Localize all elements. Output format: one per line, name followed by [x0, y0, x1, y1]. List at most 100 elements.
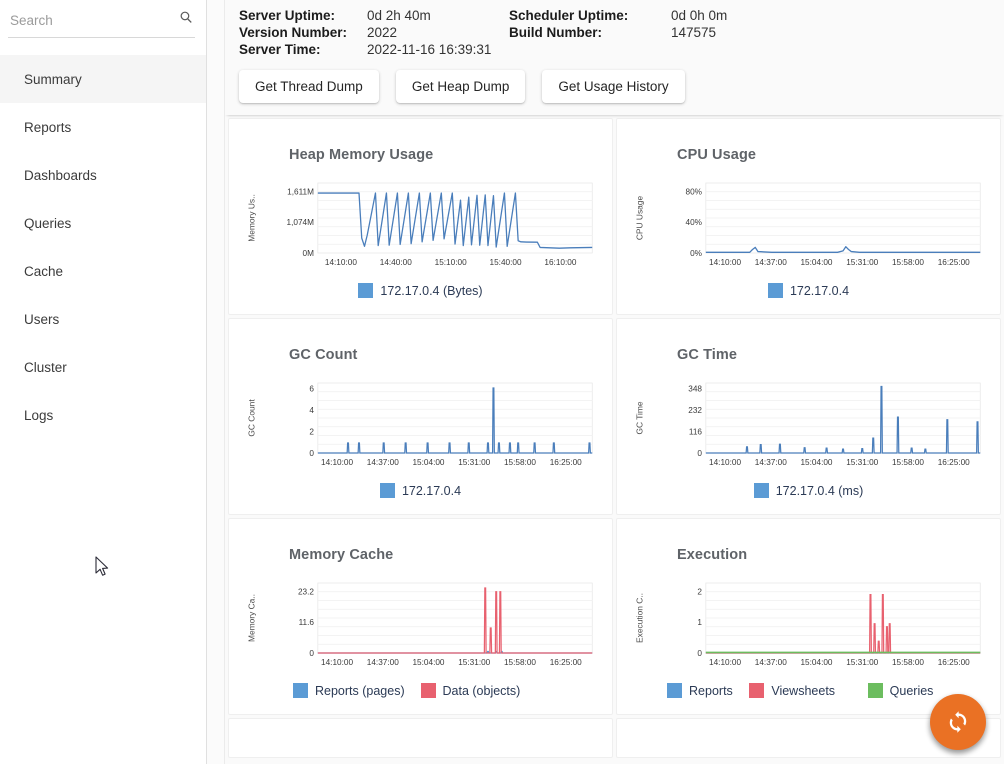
- svg-text:0M: 0M: [303, 248, 314, 258]
- svg-text:232: 232: [688, 405, 702, 415]
- chart-title: Heap Memory Usage: [289, 147, 434, 163]
- svg-text:14:37:00: 14:37:00: [755, 257, 787, 267]
- server-info-panel: Server Uptime: 0d 2h 40m Scheduler Uptim…: [225, 0, 1004, 115]
- svg-text:1: 1: [697, 617, 702, 627]
- chart-card-gc-count: GC Count 0 2 4 6 GC Count 14:10:00 14:37:00 15:…: [228, 318, 613, 515]
- get-heap-dump-button[interactable]: Get Heap Dump: [395, 70, 526, 103]
- search-box[interactable]: [8, 8, 195, 38]
- sidebar-item-cluster[interactable]: Cluster: [0, 343, 207, 391]
- sidebar-item-cache[interactable]: Cache: [0, 247, 207, 295]
- svg-text:15:04:00: 15:04:00: [412, 457, 444, 467]
- sidebar-item-dashboards[interactable]: Dashboards: [0, 151, 207, 199]
- action-button-row: Get Thread Dump Get Heap Dump Get Usage …: [239, 70, 1004, 103]
- legend-item[interactable]: Reports: [631, 683, 749, 698]
- svg-text:1,074M: 1,074M: [287, 217, 314, 227]
- svg-text:0: 0: [309, 448, 314, 458]
- legend-color-swatch: [867, 683, 883, 698]
- cpu-usage-chart: 0% 40% 80% CPU Usage 14:10:00 14:37:00 15:04:0…: [636, 182, 981, 267]
- chart-legend: 172.17.0.4 (Bytes): [243, 283, 598, 298]
- svg-text:15:31:00: 15:31:00: [846, 657, 878, 667]
- svg-text:14:37:00: 14:37:00: [755, 457, 787, 467]
- chart-legend: Reports (pages) Data (objects): [243, 683, 598, 698]
- get-usage-history-button[interactable]: Get Usage History: [542, 70, 685, 103]
- version-number-label: Version Number:: [239, 25, 348, 40]
- svg-text:14:10:00: 14:10:00: [709, 457, 741, 467]
- server-info-grid: Server Uptime: 0d 2h 40m Scheduler Uptim…: [239, 8, 1004, 57]
- chart-legend: Reports Viewsheets Queries: [631, 683, 986, 698]
- legend-label: 172.17.0.4: [789, 283, 850, 298]
- svg-text:15:04:00: 15:04:00: [412, 657, 444, 667]
- legend-item[interactable]: 172.17.0.4: [379, 483, 461, 498]
- svg-text:GC Time: GC Time: [636, 401, 645, 435]
- svg-text:16:25:00: 16:25:00: [938, 457, 970, 467]
- sidebar-item-logs[interactable]: Logs: [0, 391, 207, 439]
- legend-color-swatch: [753, 483, 769, 498]
- chart-plot-area: 0 11.6 23.2 Memory Ca.. 14:10:00 14:37:00 15:0…: [243, 577, 598, 675]
- chart-title: CPU Usage: [677, 147, 757, 163]
- server-uptime-value: 0d 2h 40m: [367, 8, 431, 23]
- sidebar-item-label: Cache: [24, 263, 64, 279]
- build-number-label: Build Number:: [509, 25, 602, 40]
- legend-label: Reports (pages): [315, 683, 405, 698]
- svg-text:4: 4: [309, 405, 314, 415]
- legend-label: Viewsheets: [771, 683, 836, 698]
- svg-text:15:10:00: 15:10:00: [435, 257, 467, 267]
- chart-plot-area: 0 1 2 Execution C.. 14:10:00 14:37:00 15:04:00…: [631, 577, 986, 675]
- svg-text:15:31:00: 15:31:00: [458, 657, 490, 667]
- svg-text:0%: 0%: [690, 248, 702, 258]
- svg-text:14:10:00: 14:10:00: [325, 257, 357, 267]
- chart-legend: 172.17.0.4 (ms): [631, 483, 986, 498]
- svg-text:40%: 40%: [686, 217, 703, 227]
- chart-title: Memory Cache: [289, 547, 394, 563]
- svg-text:6: 6: [309, 383, 314, 393]
- sidebar-item-reports[interactable]: Reports: [0, 103, 207, 151]
- search-icon[interactable]: [179, 10, 193, 24]
- svg-text:Memory Us..: Memory Us..: [248, 194, 257, 242]
- legend-item[interactable]: 172.17.0.4 (Bytes): [358, 283, 483, 298]
- svg-text:16:25:00: 16:25:00: [938, 657, 970, 667]
- legend-color-swatch: [379, 483, 395, 498]
- sidebar-item-summary[interactable]: Summary: [0, 55, 207, 103]
- legend-color-swatch: [667, 683, 683, 698]
- sidebar-item-queries[interactable]: Queries: [0, 199, 207, 247]
- svg-text:CPU Usage: CPU Usage: [636, 195, 645, 240]
- server-time-label: Server Time:: [239, 42, 321, 57]
- svg-text:14:40:00: 14:40:00: [380, 257, 412, 267]
- sidebar-item-users[interactable]: Users: [0, 295, 207, 343]
- svg-text:23.2: 23.2: [298, 586, 314, 596]
- legend-color-swatch: [420, 683, 436, 698]
- svg-text:14:10:00: 14:10:00: [709, 657, 741, 667]
- server-time-value: 2022-11-16 16:39:31: [367, 42, 492, 57]
- search-input[interactable]: [8, 13, 173, 32]
- content-scrollbar[interactable]: [207, 0, 225, 764]
- legend-label: Reports: [689, 683, 733, 698]
- legend-color-swatch: [358, 283, 374, 298]
- chart-card-gc-time: GC Time 0 116 232 348 GC Time 14:10:00 14:37:0…: [616, 318, 1001, 515]
- svg-text:15:58:00: 15:58:00: [892, 657, 924, 667]
- svg-text:GC Count: GC Count: [248, 399, 257, 437]
- legend-item[interactable]: 172.17.0.4 (ms): [753, 483, 863, 498]
- legend-item[interactable]: 172.17.0.4: [767, 283, 850, 298]
- svg-text:Execution C..: Execution C..: [636, 593, 645, 643]
- chart-legend: 172.17.0.4: [631, 283, 986, 298]
- chart-card-heap-memory-usage: Heap Memory Usage 0M 1,074M 1,611M Memory U…: [228, 118, 613, 315]
- legend-item[interactable]: Reports (pages): [243, 683, 421, 698]
- sidebar-item-label: Cluster: [24, 359, 67, 375]
- server-uptime-label: Server Uptime:: [239, 8, 336, 23]
- get-thread-dump-button[interactable]: Get Thread Dump: [239, 70, 379, 103]
- svg-text:16:25:00: 16:25:00: [550, 457, 582, 467]
- legend-item[interactable]: Data (objects): [420, 683, 599, 698]
- svg-text:14:10:00: 14:10:00: [321, 457, 353, 467]
- legend-item[interactable]: Viewsheets: [749, 683, 867, 698]
- svg-text:15:58:00: 15:58:00: [504, 457, 536, 467]
- svg-text:15:31:00: 15:31:00: [846, 457, 878, 467]
- sidebar-nav: Summary Reports Dashboards Queries Cache…: [0, 55, 207, 439]
- svg-text:1,611M: 1,611M: [287, 186, 314, 196]
- svg-text:15:31:00: 15:31:00: [846, 257, 878, 267]
- legend-label: 172.17.0.4 (Bytes): [380, 283, 483, 298]
- scheduler-uptime-value: 0d 0h 0m: [671, 8, 728, 23]
- refresh-fab-button[interactable]: [930, 694, 986, 750]
- legend-color-swatch: [749, 683, 765, 698]
- sidebar-item-label: Queries: [24, 215, 72, 231]
- memory-cache-chart: 0 11.6 23.2 Memory Ca.. 14:10:00 14:37:00 15:0…: [248, 582, 593, 667]
